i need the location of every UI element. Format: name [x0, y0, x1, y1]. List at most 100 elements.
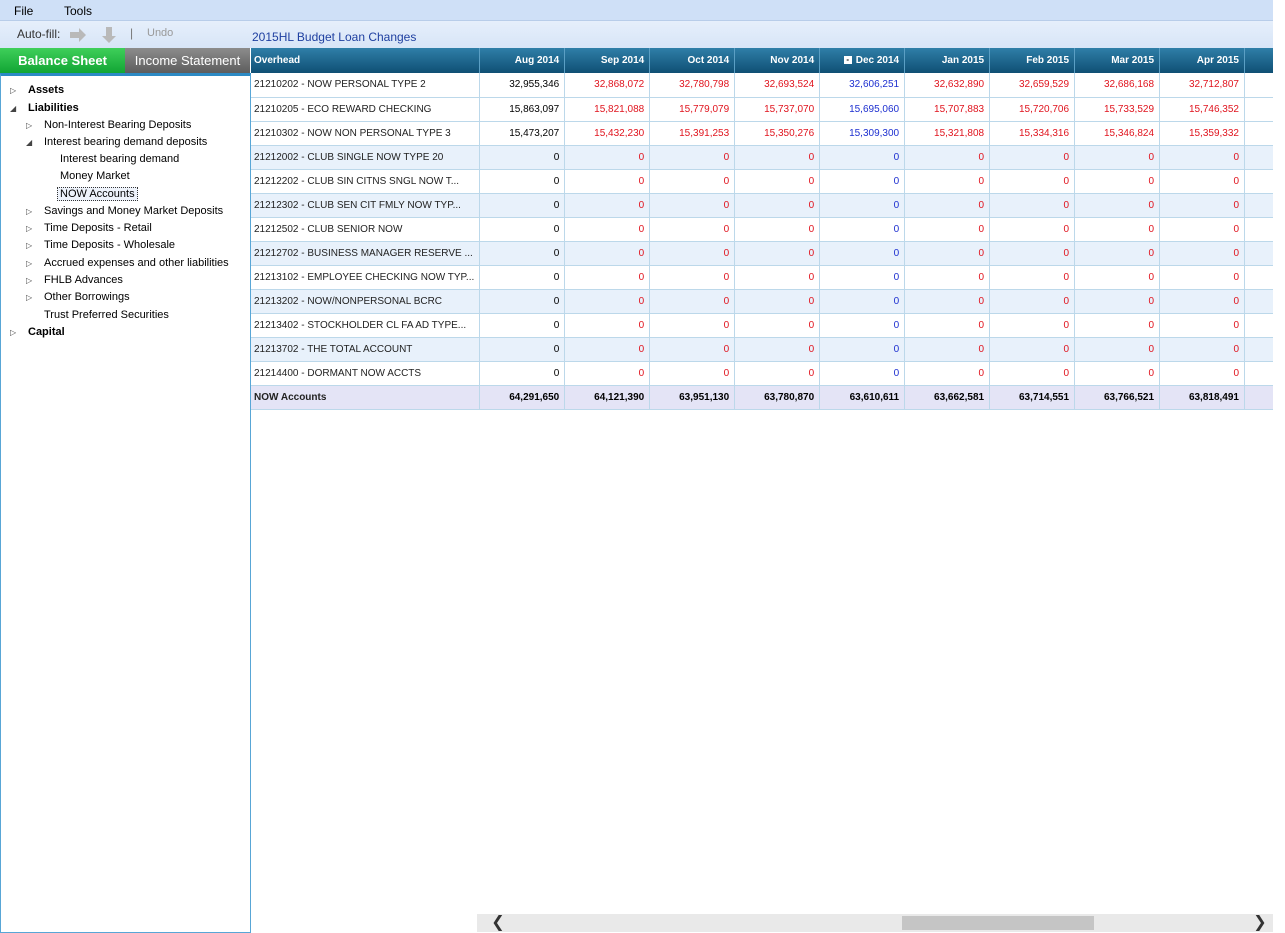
value-cell[interactable]: 0 [564, 217, 651, 242]
value-cell[interactable]: 32,659,529 [989, 73, 1076, 98]
value-cell[interactable]: 0 [819, 289, 906, 314]
collapsed-triangle-icon[interactable]: ▷ [26, 224, 32, 233]
value-cell[interactable]: 15,733,529 [1074, 97, 1161, 122]
tree-item-assets[interactable]: Assets [28, 84, 64, 96]
value-cell[interactable]: 0 [819, 265, 906, 290]
value-cell[interactable]: 0 [734, 241, 821, 266]
value-cell[interactable]: 0 [1159, 169, 1245, 194]
value-cell[interactable]: 0 [989, 361, 1076, 386]
column-header[interactable]: Mar 2015 [1074, 48, 1161, 73]
value-cell[interactable]: 0 [989, 337, 1076, 362]
value-cell[interactable]: 0 [989, 217, 1076, 242]
value-cell[interactable]: 0 [819, 241, 906, 266]
value-cell[interactable]: 0 [564, 193, 651, 218]
scroll-right-icon[interactable]: ❯ [1251, 914, 1269, 932]
value-cell[interactable]: 32,606,251 [819, 73, 906, 98]
value-cell[interactable]: 0 [1074, 361, 1161, 386]
value-cell[interactable]: 0 [989, 289, 1076, 314]
value-cell[interactable]: 15,737,070 [734, 97, 821, 122]
value-cell[interactable]: 0 [564, 169, 651, 194]
value-cell[interactable]: 0 [904, 217, 991, 242]
tab-balance-sheet[interactable]: Balance Sheet [0, 48, 125, 73]
value-cell[interactable]: 0 [1159, 265, 1245, 290]
value-cell[interactable]: 0 [904, 313, 991, 338]
value-cell[interactable]: 0 [819, 193, 906, 218]
value-cell[interactable]: 0 [904, 169, 991, 194]
value-cell[interactable]: 0 [819, 145, 906, 170]
collapsed-triangle-icon[interactable]: ▷ [26, 121, 32, 130]
column-header[interactable]: Feb 2015 [989, 48, 1076, 73]
column-header[interactable]: Oct 2014 [649, 48, 736, 73]
tree-item-money-market[interactable]: Money Market [60, 170, 130, 182]
value-cell[interactable]: 0 [904, 145, 991, 170]
value-cell[interactable]: 0 [904, 193, 991, 218]
menu-tools[interactable]: Tools [64, 4, 92, 18]
value-cell[interactable]: 0 [904, 241, 991, 266]
tree-item-interest-bearing-demand[interactable]: Interest bearing demand [60, 153, 179, 165]
value-cell[interactable]: 0 [1159, 337, 1245, 362]
value-cell[interactable]: 0 [1074, 265, 1161, 290]
column-header-overhead[interactable]: Overhead [251, 48, 481, 73]
tab-income-statement[interactable]: Income Statement [125, 48, 250, 73]
value-cell[interactable]: 0 [734, 193, 821, 218]
value-cell[interactable]: 0 [564, 145, 651, 170]
column-header[interactable]: Aug 2014 [479, 48, 566, 73]
value-cell[interactable]: 0 [1159, 241, 1245, 266]
value-cell[interactable]: 15,346,824 [1074, 121, 1161, 146]
value-cell[interactable]: 0 [989, 313, 1076, 338]
column-header[interactable]: Jan 2015 [904, 48, 991, 73]
value-cell[interactable]: 0 [904, 361, 991, 386]
tree-item-savings-and-money-market-deposits[interactable]: Savings and Money Market Deposits [44, 205, 223, 217]
horizontal-scrollbar[interactable]: ❮ ❯ [477, 914, 1273, 932]
value-cell[interactable]: 32,868,072 [564, 73, 651, 98]
value-cell[interactable]: 0 [1074, 169, 1161, 194]
collapsed-triangle-icon[interactable]: ▷ [26, 207, 32, 216]
tree-item-time-deposits-wholesale[interactable]: Time Deposits - Wholesale [44, 239, 175, 251]
value-cell[interactable]: 0 [734, 289, 821, 314]
column-header[interactable]: Sep 2014 [564, 48, 651, 73]
expanded-triangle-icon[interactable]: ◢ [26, 138, 32, 147]
value-cell[interactable]: 0 [1074, 145, 1161, 170]
value-cell[interactable]: 0 [1159, 361, 1245, 386]
value-cell[interactable]: 0 [1074, 289, 1161, 314]
value-cell[interactable]: 0 [564, 265, 651, 290]
value-cell[interactable]: 0 [649, 241, 736, 266]
tree-item-other-borrowings[interactable]: Other Borrowings [44, 291, 130, 303]
tree-item-time-deposits-retail[interactable]: Time Deposits - Retail [44, 222, 152, 234]
value-cell[interactable]: 0 [734, 337, 821, 362]
value-cell[interactable]: 0 [649, 313, 736, 338]
scrollbar-thumb[interactable] [902, 916, 1094, 930]
value-cell[interactable]: 32,632,890 [904, 73, 991, 98]
tree-item-capital[interactable]: Capital [28, 326, 65, 338]
column-header[interactable]: Apr 2015 [1159, 48, 1245, 73]
value-cell[interactable]: 0 [734, 217, 821, 242]
menu-file[interactable]: File [14, 4, 33, 18]
value-cell[interactable]: 0 [649, 337, 736, 362]
value-cell[interactable]: 0 [904, 289, 991, 314]
value-cell[interactable]: 15,821,088 [564, 97, 651, 122]
scenario-title[interactable]: 2015HL Budget Loan Changes [252, 30, 416, 44]
tree-item-fhlb-advances[interactable]: FHLB Advances [44, 274, 123, 286]
value-cell[interactable]: 0 [1074, 217, 1161, 242]
value-cell[interactable]: 15,779,079 [649, 97, 736, 122]
value-cell[interactable]: 32,693,524 [734, 73, 821, 98]
value-cell[interactable]: 0 [819, 217, 906, 242]
collapsed-triangle-icon[interactable]: ▷ [10, 328, 16, 337]
value-cell[interactable]: 32,712,807 [1159, 73, 1245, 98]
value-cell[interactable]: 0 [649, 193, 736, 218]
autofill-right-arrow-icon[interactable] [68, 25, 88, 45]
value-cell[interactable]: 15,350,276 [734, 121, 821, 146]
value-cell[interactable]: 0 [1074, 313, 1161, 338]
value-cell[interactable]: 0 [649, 289, 736, 314]
value-cell[interactable]: 0 [564, 337, 651, 362]
value-cell[interactable]: 0 [734, 265, 821, 290]
value-cell[interactable]: 32,780,798 [649, 73, 736, 98]
value-cell[interactable]: 15,359,332 [1159, 121, 1245, 146]
value-cell[interactable]: 15,391,253 [649, 121, 736, 146]
value-cell[interactable]: 15,720,706 [989, 97, 1076, 122]
value-cell[interactable]: 0 [1159, 313, 1245, 338]
tree-item-interest-bearing-demand-deposits[interactable]: Interest bearing demand deposits [44, 136, 207, 148]
value-cell[interactable]: 0 [1159, 193, 1245, 218]
collapsed-triangle-icon[interactable]: ▷ [26, 293, 32, 302]
value-cell[interactable]: 15,432,230 [564, 121, 651, 146]
